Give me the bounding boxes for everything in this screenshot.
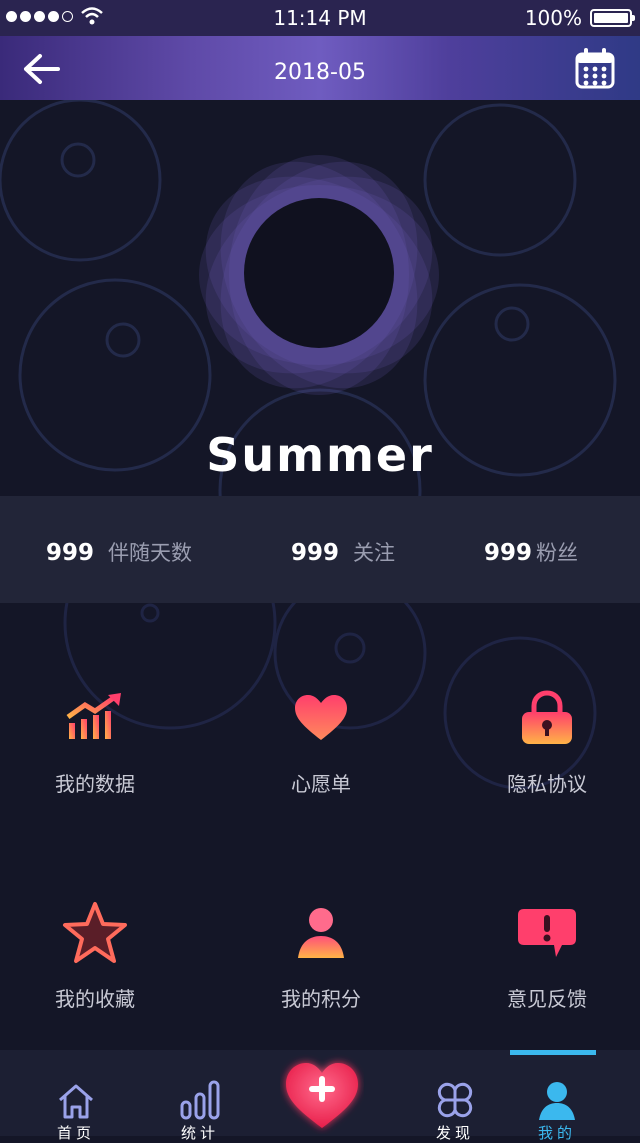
battery-percent: 100%	[524, 6, 582, 30]
stat-label: 关注	[353, 541, 396, 565]
menu-points[interactable]: 我的积分	[236, 905, 406, 1012]
stats-icon	[180, 1080, 220, 1120]
chart-up-icon	[66, 693, 121, 739]
calendar-icon[interactable]	[574, 46, 616, 90]
tab-profile[interactable]: 我的	[507, 1050, 607, 1143]
menu-favorites[interactable]: 我的收藏	[10, 902, 180, 1012]
tab-home[interactable]: 首页	[26, 1050, 126, 1143]
active-tab-indicator	[510, 1050, 596, 1055]
menu-feedback[interactable]: 意见反馈	[462, 905, 632, 1012]
menu-label: 意见反馈	[507, 987, 587, 1011]
menu-label: 隐私协议	[507, 772, 587, 796]
stat-followers[interactable]: 999 粉丝	[484, 537, 578, 567]
discover-icon	[437, 1082, 473, 1118]
feedback-icon	[518, 909, 576, 957]
stat-value: 999	[291, 540, 340, 566]
tab-label: 我的	[537, 1124, 576, 1142]
stat-value: 999	[484, 540, 533, 566]
menu-label: 我的收藏	[55, 987, 135, 1011]
star-icon	[63, 902, 127, 963]
tab-label: 发现	[435, 1124, 474, 1142]
stat-value: 999	[46, 540, 95, 566]
page-title: 2018-05	[274, 60, 366, 85]
stat-days[interactable]: 999 伴随天数	[46, 537, 192, 567]
avatar[interactable]	[244, 198, 394, 348]
nav-bar: 2018-05	[0, 36, 640, 100]
stats-bar: 999 伴随天数 999 关注 999 粉丝	[0, 496, 640, 603]
tab-label: 首页	[56, 1124, 95, 1142]
tab-label: 统计	[180, 1124, 219, 1142]
tab-discover[interactable]: 发现	[405, 1050, 505, 1143]
status-bar: 11:14 PM 100%	[0, 0, 640, 36]
stat-label: 粉丝	[536, 541, 579, 565]
menu-label: 我的数据	[55, 772, 135, 796]
menu-label: 我的积分	[281, 987, 361, 1011]
menu-privacy[interactable]: 隐私协议	[462, 690, 632, 797]
battery-icon	[590, 9, 635, 27]
profile-icon	[539, 1082, 575, 1120]
user-icon	[298, 908, 344, 958]
tab-stats[interactable]: 统计	[150, 1050, 250, 1143]
stat-following[interactable]: 999 关注	[291, 537, 395, 567]
profile-name: Summer	[206, 428, 434, 482]
menu-label: 心愿单	[291, 772, 351, 796]
menu-wishlist[interactable]: 心愿单	[236, 690, 406, 797]
lock-icon	[522, 690, 572, 744]
menu-my-data[interactable]: 我的数据	[10, 690, 180, 797]
stat-label: 伴随天数	[108, 541, 193, 565]
add-heart-button[interactable]	[280, 1054, 364, 1134]
profile-hero: Summer	[0, 100, 640, 496]
home-icon	[59, 1084, 93, 1119]
heart-icon	[295, 695, 347, 740]
